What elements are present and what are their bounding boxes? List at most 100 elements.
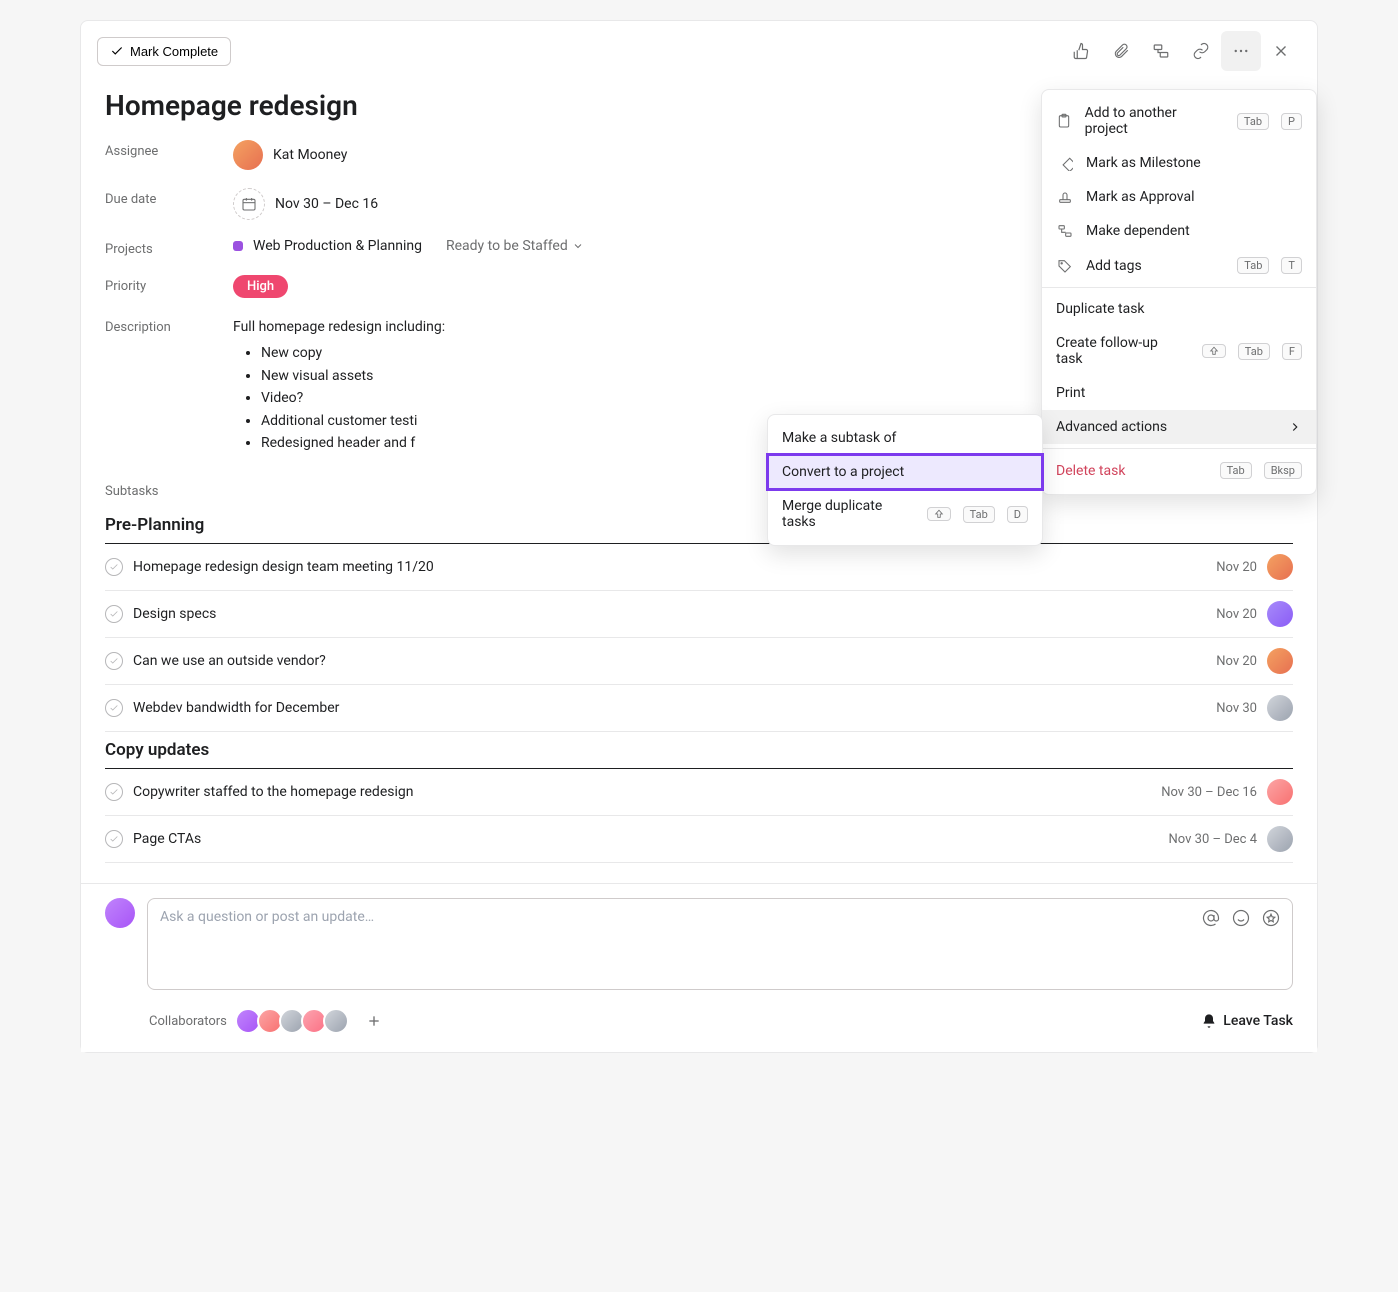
menu-delete-task[interactable]: Delete task Tab Bksp (1042, 453, 1316, 488)
subtask-row[interactable]: Homepage redesign design team meeting 11… (105, 544, 1293, 591)
stamp-icon (1056, 189, 1074, 205)
mention-icon[interactable] (1202, 909, 1220, 927)
advanced-actions-submenu: Make a subtask of Convert to a project M… (767, 414, 1043, 546)
subtask-row[interactable]: Design specs Nov 20 (105, 591, 1293, 638)
comment-placeholder: Ask a question or post an update… (160, 909, 374, 925)
avatar (1267, 554, 1293, 580)
avatar (1267, 648, 1293, 674)
avatar (233, 140, 263, 170)
thumbs-up-icon (1072, 42, 1090, 60)
complete-checkbox[interactable] (105, 605, 123, 623)
subtask-date: Nov 30 (1216, 701, 1257, 716)
close-button[interactable] (1261, 31, 1301, 71)
mark-complete-button[interactable]: Mark Complete (97, 37, 231, 66)
chevron-right-icon (1288, 420, 1302, 434)
comment-input[interactable]: Ask a question or post an update… (147, 898, 1293, 990)
subtask-title: Can we use an outside vendor? (133, 653, 1206, 669)
copy-link-button[interactable] (1181, 31, 1221, 71)
subtask-title: Design specs (133, 606, 1206, 622)
menu-add-to-project[interactable]: Add to another project Tab P (1042, 96, 1316, 146)
assignee-name: Kat Mooney (273, 147, 347, 163)
project-name[interactable]: Web Production & Planning (253, 238, 422, 254)
subtask-row[interactable]: Page CTAs Nov 30 – Dec 4 (105, 816, 1293, 863)
dependency-icon (1056, 223, 1074, 239)
bell-icon (1201, 1013, 1217, 1029)
menu-advanced-actions[interactable]: Advanced actions (1042, 410, 1316, 444)
collaborators-label: Collaborators (149, 1014, 227, 1029)
avatar (1267, 601, 1293, 627)
like-button[interactable] (1061, 31, 1101, 71)
priority-label: Priority (105, 275, 233, 294)
complete-checkbox[interactable] (105, 783, 123, 801)
menu-mark-milestone[interactable]: Mark as Milestone (1042, 146, 1316, 180)
avatar (1267, 779, 1293, 805)
avatar (1267, 695, 1293, 721)
complete-checkbox[interactable] (105, 699, 123, 717)
diamond-icon (1056, 155, 1074, 171)
subtask-title: Copywriter staffed to the homepage redes… (133, 784, 1151, 800)
subtask-date: Nov 30 – Dec 16 (1161, 785, 1257, 800)
calendar-icon (233, 188, 265, 220)
project-color-dot (233, 241, 243, 251)
close-icon (1272, 42, 1290, 60)
subtask-title: Homepage redesign design team meeting 11… (133, 559, 1206, 575)
plus-icon (366, 1013, 382, 1029)
subtask-date: Nov 20 (1216, 607, 1257, 622)
task-detail-panel: Mark Complete Homepage redesign (80, 20, 1318, 1053)
more-actions-button[interactable] (1221, 31, 1261, 71)
due-date-label: Due date (105, 188, 233, 207)
current-user-avatar (105, 898, 135, 928)
tag-icon (1056, 258, 1074, 274)
subtask-button[interactable] (1141, 31, 1181, 71)
emoji-icon[interactable] (1232, 909, 1250, 927)
menu-make-dependent[interactable]: Make dependent (1042, 214, 1316, 248)
due-date-text: Nov 30 – Dec 16 (275, 196, 378, 212)
mark-complete-label: Mark Complete (130, 44, 218, 59)
submenu-convert-to-project[interactable]: Convert to a project (768, 455, 1042, 489)
more-actions-menu: Add to another project Tab P Mark as Mil… (1041, 89, 1317, 495)
subtask-row[interactable]: Webdev bandwidth for December Nov 30 (105, 685, 1293, 732)
shift-key-icon (1202, 344, 1226, 358)
avatar (323, 1008, 349, 1034)
projects-label: Projects (105, 238, 233, 257)
subtask-section-header[interactable]: Pre-Planning (105, 507, 1293, 544)
attachment-button[interactable] (1101, 31, 1141, 71)
leave-task-button[interactable]: Leave Task (1201, 1013, 1293, 1029)
subtask-date: Nov 20 (1216, 560, 1257, 575)
submenu-make-subtask[interactable]: Make a subtask of (768, 421, 1042, 455)
menu-duplicate-task[interactable]: Duplicate task (1042, 292, 1316, 326)
subtask-date: Nov 30 – Dec 4 (1169, 832, 1257, 847)
menu-follow-up[interactable]: Create follow-up task Tab F (1042, 326, 1316, 376)
priority-pill[interactable]: High (233, 275, 288, 298)
collaborator-avatars[interactable] (239, 1008, 349, 1034)
star-icon[interactable] (1262, 909, 1280, 927)
menu-mark-approval[interactable]: Mark as Approval (1042, 180, 1316, 214)
subtask-date: Nov 20 (1216, 654, 1257, 669)
toolbar: Mark Complete (81, 21, 1317, 81)
complete-checkbox[interactable] (105, 652, 123, 670)
comment-area: Ask a question or post an update… Collab… (81, 883, 1317, 1052)
more-horizontal-icon (1232, 42, 1250, 60)
subtask-title: Page CTAs (133, 831, 1159, 847)
menu-add-tags[interactable]: Add tags Tab T (1042, 248, 1316, 283)
paperclip-icon (1112, 42, 1130, 60)
description-label: Description (105, 316, 233, 335)
subtask-section-header[interactable]: Copy updates (105, 732, 1293, 769)
complete-checkbox[interactable] (105, 558, 123, 576)
complete-checkbox[interactable] (105, 830, 123, 848)
assignee-label: Assignee (105, 140, 233, 159)
link-icon (1192, 42, 1210, 60)
add-collaborator-button[interactable] (361, 1008, 387, 1034)
shift-key-icon (927, 507, 951, 521)
subtask-row[interactable]: Can we use an outside vendor? Nov 20 (105, 638, 1293, 685)
project-status-dropdown[interactable]: Ready to be Staffed (446, 238, 584, 254)
subtask-row[interactable]: Copywriter staffed to the homepage redes… (105, 769, 1293, 816)
clipboard-icon (1056, 113, 1073, 129)
menu-print[interactable]: Print (1042, 376, 1316, 410)
subtask-title: Webdev bandwidth for December (133, 700, 1206, 716)
avatar (1267, 826, 1293, 852)
chevron-down-icon (572, 240, 584, 252)
submenu-merge-duplicates[interactable]: Merge duplicate tasks Tab D (768, 489, 1042, 539)
subtask-icon (1152, 42, 1170, 60)
check-icon (110, 44, 124, 58)
